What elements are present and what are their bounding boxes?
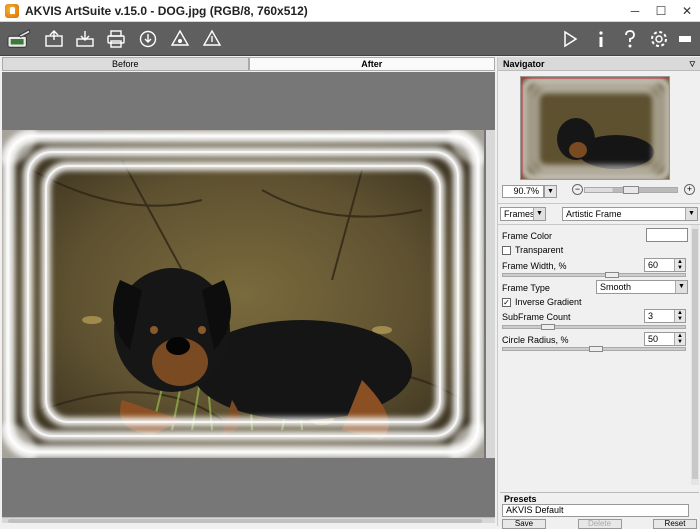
plugin-icon[interactable] xyxy=(200,27,224,51)
tab-after[interactable]: After xyxy=(248,57,495,71)
frame-width-label: Frame Width, % xyxy=(502,261,567,271)
tab-before[interactable]: Before xyxy=(2,57,249,71)
subframe-count-slider[interactable] xyxy=(502,324,686,330)
presets-section: Presets AKVIS Default Save Delete Reset xyxy=(500,492,699,529)
title-bar: AKVIS ArtSuite v.15.0 - DOG.jpg (RGB/8, … xyxy=(0,0,700,22)
image-canvas[interactable] xyxy=(2,72,495,518)
settings-icon[interactable] xyxy=(647,27,671,51)
spinner-icon[interactable]: ▲ ▼ xyxy=(674,333,685,345)
delete-preset-button[interactable]: Delete xyxy=(577,519,622,529)
navigator-header: Navigator ▽ xyxy=(498,57,700,71)
navigator-preview[interactable] xyxy=(520,76,670,180)
effect-value: Artistic Frame xyxy=(566,209,622,219)
navigator-title: Navigator xyxy=(503,58,545,69)
circle-radius-value: 50 xyxy=(648,334,659,344)
save-preset-button[interactable]: Save xyxy=(502,519,546,529)
minimize-button[interactable]: ─ xyxy=(622,0,648,22)
maximize-button[interactable]: ☐ xyxy=(648,0,674,22)
frame-width-slider[interactable] xyxy=(502,272,686,278)
run-icon[interactable] xyxy=(558,27,582,51)
frame-type-label: Frame Type xyxy=(502,283,550,293)
zoom-slider-handle[interactable] xyxy=(623,186,639,194)
divider xyxy=(498,224,700,225)
zoom-out-icon[interactable]: − xyxy=(572,184,583,195)
open-icon[interactable] xyxy=(42,27,66,51)
frame-width-value: 60 xyxy=(648,260,659,270)
circle-radius-field[interactable]: 50 ▲ ▼ xyxy=(644,332,686,346)
frame-width-field[interactable]: 60 ▲ ▼ xyxy=(644,258,686,272)
scroll-thumb[interactable] xyxy=(692,229,698,479)
save-icon[interactable] xyxy=(73,27,97,51)
spinner-icon[interactable]: ▲ ▼ xyxy=(674,310,685,322)
inverse-gradient-checkbox[interactable]: ✓ Inverse Gradient xyxy=(502,297,582,307)
slider-handle[interactable] xyxy=(605,272,619,278)
chevron-down-icon: ▼ xyxy=(675,281,687,293)
checkmark-icon[interactable]: ✓ xyxy=(502,297,511,307)
zoom-field[interactable]: 90.7% xyxy=(502,184,544,198)
zoom-dropdown-icon[interactable]: ▼ xyxy=(544,184,557,198)
effect-category-value: Frames xyxy=(504,209,535,219)
subframe-count-label: SubFrame Count xyxy=(502,312,571,322)
help-icon[interactable] xyxy=(618,27,642,51)
effect-select[interactable]: Artistic Frame ▼ xyxy=(562,207,698,221)
frame-color-label: Frame Color xyxy=(502,231,553,241)
frame-type-value: Smooth xyxy=(600,282,632,292)
chevron-down-icon: ▼ xyxy=(685,208,697,220)
divider xyxy=(498,203,700,204)
frame-color-swatch[interactable] xyxy=(646,228,688,242)
inverse-gradient-label: Inverse Gradient xyxy=(515,297,582,307)
window-title: AKVIS ArtSuite v.15.0 - DOG.jpg (RGB/8, … xyxy=(25,3,308,18)
chevron-down-icon: ▼ xyxy=(533,208,545,220)
collapse-icon[interactable]: ▽ xyxy=(690,60,695,68)
slider-handle[interactable] xyxy=(541,324,555,330)
artsuite-logo-icon[interactable] xyxy=(4,27,34,51)
settings-panel: Navigator ▽ 90.7% ▼ − + Frames ▼ Artistic… xyxy=(497,57,700,529)
effect-category-select[interactable]: Frames ▼ xyxy=(500,207,546,221)
app-logo-icon xyxy=(5,3,19,18)
frame-type-select[interactable]: Smooth ▼ xyxy=(596,280,688,294)
print-icon[interactable] xyxy=(104,27,128,51)
view-tabs: Before After xyxy=(2,57,495,71)
scroll-thumb[interactable] xyxy=(8,519,482,523)
transparent-label: Transparent xyxy=(515,245,564,255)
subframe-count-field[interactable]: 3 ▲ ▼ xyxy=(644,309,686,323)
close-button[interactable]: ✕ xyxy=(674,0,700,22)
preset-select[interactable]: AKVIS Default xyxy=(502,504,689,517)
transparent-checkbox[interactable]: Transparent xyxy=(502,245,563,255)
zoom-slider[interactable] xyxy=(584,186,678,194)
panel-scrollbar[interactable] xyxy=(691,225,699,485)
toolbar xyxy=(0,22,700,56)
spinner-icon[interactable]: ▲ ▼ xyxy=(674,259,685,271)
subframe-count-value: 3 xyxy=(648,311,654,321)
share-icon[interactable] xyxy=(136,27,160,51)
framed-photo[interactable] xyxy=(2,130,484,458)
batch-icon[interactable] xyxy=(168,27,192,51)
circle-radius-label: Circle Radius, % xyxy=(502,335,569,345)
canvas-horizontal-scrollbar[interactable] xyxy=(2,517,495,523)
preset-value: AKVIS Default xyxy=(506,505,564,515)
checkbox-box[interactable] xyxy=(502,245,511,255)
reset-preset-button[interactable]: Reset xyxy=(653,519,697,529)
slider-handle[interactable] xyxy=(589,346,603,352)
circle-radius-slider[interactable] xyxy=(502,346,686,352)
info-icon[interactable] xyxy=(589,27,613,51)
zoom-in-icon[interactable]: + xyxy=(684,184,695,195)
canvas-vertical-scrollbar[interactable] xyxy=(486,130,495,458)
minimize-panel-icon[interactable] xyxy=(673,27,697,51)
